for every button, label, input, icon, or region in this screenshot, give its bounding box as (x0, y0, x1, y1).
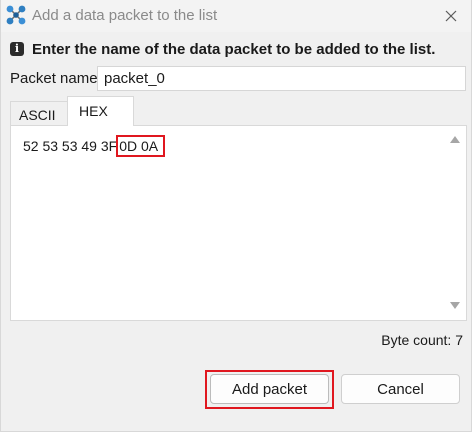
tab-hex-label: HEX (79, 103, 108, 119)
close-icon (445, 10, 457, 22)
title-bar[interactable]: Add a data packet to the list (1, 0, 471, 32)
hex-editor[interactable]: 52 53 53 49 3F 0D 0A (10, 125, 467, 321)
byte-count: Byte count: 7 (381, 332, 463, 348)
instruction-text: Enter the name of the data packet to be … (32, 41, 436, 58)
highlighted-hex-bytes: 0D 0A (116, 135, 166, 157)
info-icon: i (10, 42, 24, 56)
close-button[interactable] (439, 4, 463, 28)
cancel-button[interactable]: Cancel (341, 374, 460, 404)
add-packet-button[interactable]: Add packet (210, 374, 329, 404)
hex-content[interactable]: 52 53 53 49 3F 0D 0A (23, 135, 166, 157)
dialog-window: Add a data packet to the list i Enter th… (0, 0, 472, 432)
hex-bytes: 52 53 53 49 3F (23, 138, 118, 154)
tab-hex[interactable]: HEX (67, 96, 134, 126)
window-title: Add a data packet to the list (32, 7, 218, 24)
packet-name-label: Packet name (10, 70, 98, 87)
tab-ascii[interactable]: ASCII (10, 101, 68, 125)
scroll-up-arrow-icon[interactable] (450, 136, 460, 143)
packet-name-input[interactable] (97, 66, 466, 91)
scroll-down-arrow-icon[interactable] (450, 302, 460, 309)
network-nodes-icon (5, 4, 27, 26)
vertical-scrollbar[interactable] (444, 126, 466, 320)
tab-ascii-label: ASCII (19, 107, 56, 123)
